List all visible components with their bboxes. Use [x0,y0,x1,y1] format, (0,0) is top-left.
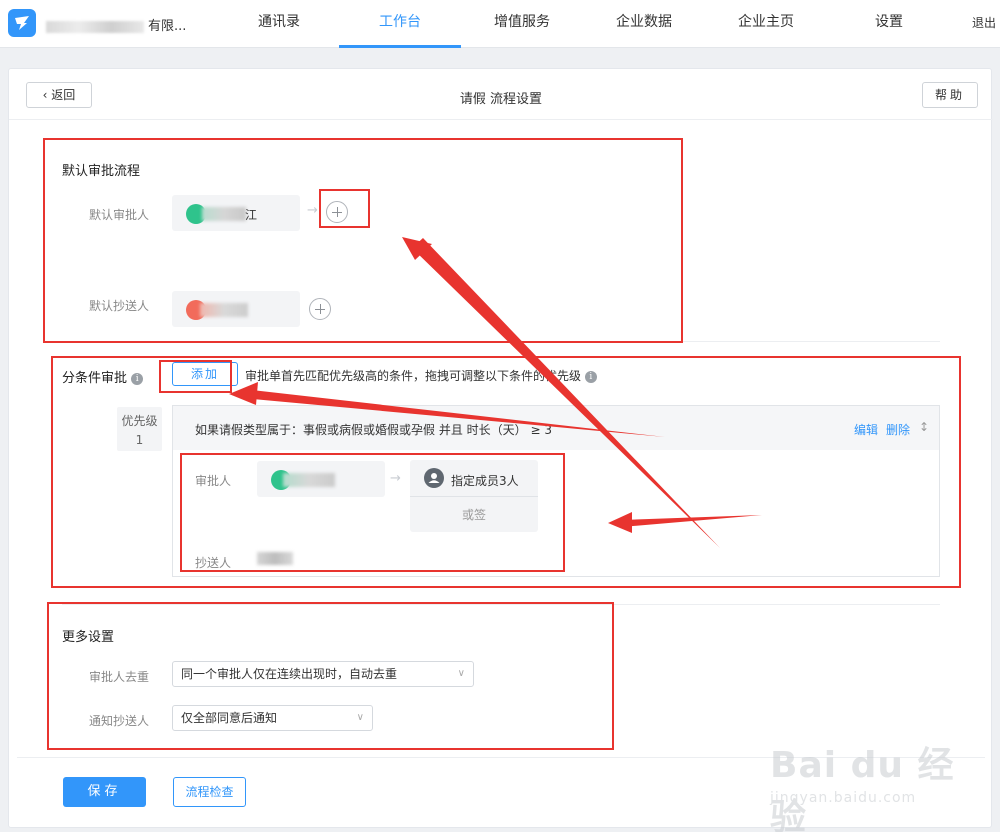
approver-name-suffix: 江 [245,208,258,222]
condition-description: 审批单首先匹配优先级高的条件，拖拽可调整以下条件的优先级 i [245,367,597,384]
save-button[interactable]: 保存 [63,777,146,807]
company-name-mask [46,20,144,33]
nav-tab-value-added[interactable]: 增值服务 [484,0,560,48]
user-group-icon [424,468,444,488]
nav-tab-enterprise-data[interactable]: 企业数据 [606,0,682,48]
process-settings-card: ‹ 返回 请假 流程设置 帮助 默认审批流程 默认审批人 江 → 默认抄送人 分… [8,68,993,828]
dedup-select-value: 同一个审批人仅在连续出现时，自动去重 [181,667,398,681]
logout-link[interactable]: 退出 [972,14,996,31]
notify-cc-select-value: 仅全部同意后通知 [181,711,278,725]
condition-cc-mask [257,552,293,565]
top-nav-bar: 有限... 通讯录 工作台 增值服务 企业数据 企业主页 设置 退出 [0,0,1000,48]
more-settings-title: 更多设置 [62,630,115,645]
chevron-down-icon: ∨ [457,668,465,679]
nav-tab-workbench[interactable]: 工作台 [339,0,461,48]
default-approver-chip[interactable]: 江 [172,195,300,231]
dedup-select[interactable]: 同一个审批人仅在连续出现时，自动去重 ∨ [172,661,474,687]
sign-mode-label: 或签 [461,508,486,522]
default-approver-label: 默认审批人 [89,208,150,222]
assigned-members-node[interactable]: 指定成员3人 或签 [410,460,538,532]
condition-card[interactable]: 如果请假类型属于：事假或病假或婚假或孕假 并且 时长（天） ≥ 3 编辑 删除 … [172,405,940,577]
condition-approver-chip[interactable] [257,461,385,497]
edit-condition-link[interactable]: 编辑 [854,421,878,438]
nav-tab-enterprise-home[interactable]: 企业主页 [728,0,804,48]
dedup-label: 审批人去重 [89,670,150,684]
info-icon[interactable]: i [584,370,597,383]
conditional-flow-title-text: 分条件审批 [62,371,128,386]
dingtalk-logo-icon[interactable] [8,9,36,37]
priority-label: 优先级 [121,414,158,428]
page-title: 请假 流程设置 [459,92,543,107]
notify-cc-select[interactable]: 仅全部同意后通知 ∨ [172,705,373,731]
info-icon[interactable]: i [131,372,144,385]
company-name-suffix: 有限... [148,19,187,34]
flow-arrow-icon: → [390,471,401,486]
header-divider [9,119,993,120]
cc-name-mask [200,303,248,317]
nav-tab-settings[interactable]: 设置 [864,0,914,48]
footer-divider [17,757,985,758]
condition-cc-label: 抄送人 [195,556,232,570]
assigned-members-label: 指定成员3人 [451,474,519,488]
delete-condition-link[interactable]: 删除 [886,421,910,438]
process-check-button[interactable]: 流程检查 [173,777,246,807]
conditional-flow-title: 分条件审批 i [62,367,144,386]
approver-name-mask [202,207,246,221]
notify-cc-label: 通知抄送人 [89,714,150,728]
condition-approver-mask [283,473,335,487]
section-divider [62,341,940,342]
section-divider [62,604,940,605]
priority-badge: 优先级 1 [117,407,162,451]
nav-tab-contacts[interactable]: 通讯录 [244,0,314,48]
condition-header: 如果请假类型属于：事假或病假或婚假或孕假 并且 时长（天） ≥ 3 编辑 删除 … [173,406,939,450]
condition-approver-label: 审批人 [195,474,232,488]
assigned-members-divider [410,496,538,497]
chevron-down-icon: ∨ [356,712,364,723]
default-cc-label: 默认抄送人 [89,299,150,313]
drag-handle-icon[interactable]: ↕ [919,420,929,434]
add-condition-button[interactable]: 添加 [172,362,238,386]
priority-value: 1 [135,433,144,447]
condition-rule-text: 如果请假类型属于：事假或病假或婚假或孕假 并且 时长（天） ≥ 3 [195,423,552,437]
help-button[interactable]: 帮助 [922,82,978,108]
add-cc-icon[interactable] [309,298,331,320]
default-cc-chip[interactable] [172,291,300,327]
company-name[interactable]: 有限... [46,15,186,34]
add-approver-icon[interactable] [326,201,348,223]
default-flow-title: 默认审批流程 [62,164,141,179]
condition-description-text: 审批单首先匹配优先级高的条件，拖拽可调整以下条件的优先级 [245,369,582,383]
flow-arrow-icon: → [307,203,318,218]
